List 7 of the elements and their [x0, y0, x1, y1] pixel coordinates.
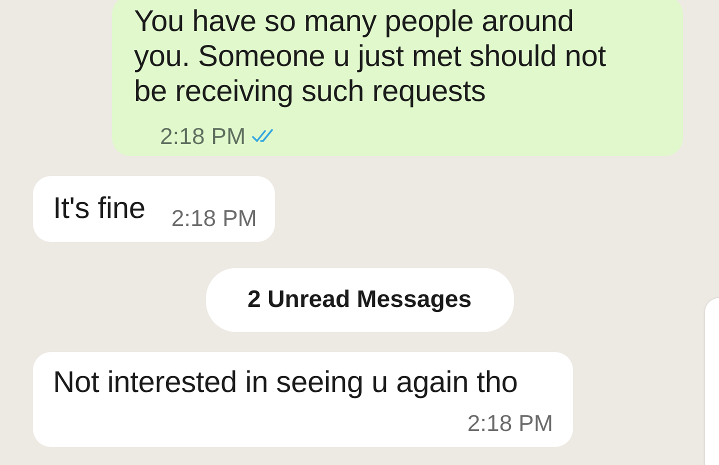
unread-messages-banner: 2 Unread Messages	[206, 268, 514, 332]
message-time: 2:18 PM	[171, 204, 257, 232]
message-time: 2:18 PM	[466, 409, 553, 437]
message-text: Not interested in seeing u again tho	[53, 365, 519, 401]
message-text: You have so many people around you. Someone u just met should not be receiving such requests	[134, 4, 607, 109]
message-time: 2:18 PM	[160, 122, 246, 150]
message-text: It's fine	[53, 192, 146, 225]
